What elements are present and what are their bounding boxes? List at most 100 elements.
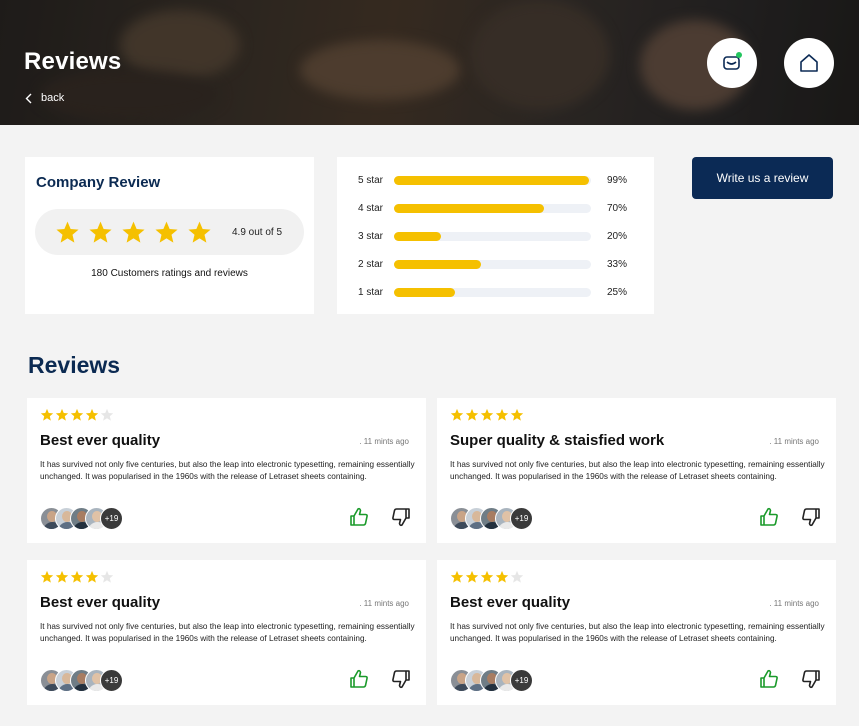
distribution-percent: 99% bbox=[607, 174, 628, 186]
distribution-label: 1 star bbox=[358, 286, 384, 298]
review-body: It has survived not only five centuries,… bbox=[450, 622, 825, 643]
review-card: Super quality & staisfied work . 11 mint… bbox=[437, 398, 836, 543]
star-icon bbox=[495, 408, 509, 421]
star-icon bbox=[450, 570, 464, 583]
rating-summary: 4.9 out of 5 bbox=[35, 209, 304, 255]
star-icon bbox=[100, 408, 114, 421]
review-stars bbox=[450, 408, 524, 422]
messages-button[interactable] bbox=[707, 38, 757, 88]
review-body: It has survived not only five centuries,… bbox=[40, 622, 415, 643]
distribution-bar bbox=[394, 203, 591, 213]
review-stars bbox=[40, 570, 114, 584]
distribution-bar bbox=[394, 231, 591, 241]
avatar-more-count: +19 bbox=[510, 669, 533, 692]
star-icon bbox=[122, 221, 145, 243]
home-button[interactable] bbox=[784, 38, 834, 88]
star-icon bbox=[510, 570, 524, 583]
star-icon bbox=[465, 570, 479, 583]
review-title: Best ever quality bbox=[450, 594, 571, 611]
distribution-percent: 25% bbox=[607, 286, 628, 298]
back-link[interactable]: back bbox=[25, 92, 64, 104]
star-icon bbox=[480, 570, 494, 583]
avatar-group: +19 bbox=[40, 507, 123, 530]
distribution-fill bbox=[394, 231, 442, 241]
review-card: Best ever quality . 11 mints ago It has … bbox=[437, 560, 836, 705]
distribution-fill bbox=[394, 175, 590, 185]
review-stars bbox=[450, 570, 524, 584]
thumbs-up-icon[interactable] bbox=[348, 668, 370, 690]
distribution-percent: 33% bbox=[607, 258, 628, 270]
company-review-card: Company Review 4.9 out of 5 180 Customer… bbox=[25, 157, 314, 314]
star-icon bbox=[85, 570, 99, 583]
star-icon bbox=[100, 570, 114, 583]
thumbs-down-icon[interactable] bbox=[390, 506, 412, 528]
notification-dot bbox=[736, 52, 742, 58]
hero-banner: Reviews back bbox=[0, 0, 859, 125]
star-icon bbox=[155, 221, 178, 243]
distribution-label: 3 star bbox=[358, 230, 384, 242]
star-icon bbox=[89, 221, 112, 243]
review-title: Super quality & staisfied work bbox=[450, 432, 665, 449]
distribution-label: 5 star bbox=[358, 174, 384, 186]
distribution-fill bbox=[394, 287, 456, 297]
distribution-label: 2 star bbox=[358, 258, 384, 270]
star-icon bbox=[56, 221, 79, 243]
star-icon bbox=[40, 408, 54, 421]
review-title: Best ever quality bbox=[40, 432, 161, 449]
avatar-more-count: +19 bbox=[510, 507, 533, 530]
thumbs-up-icon[interactable] bbox=[758, 668, 780, 690]
page-title: Reviews bbox=[24, 48, 122, 75]
review-body: It has survived not only five centuries,… bbox=[40, 460, 415, 481]
avatar-more-count: +19 bbox=[100, 507, 123, 530]
star-icon bbox=[495, 570, 509, 583]
star-icon bbox=[70, 408, 84, 421]
avatar-more-count: +19 bbox=[100, 669, 123, 692]
distribution-fill bbox=[394, 203, 544, 213]
star-icon bbox=[510, 408, 524, 421]
star-icon bbox=[55, 408, 69, 421]
review-time: . 11 mints ago bbox=[359, 599, 409, 608]
star-icon bbox=[40, 570, 54, 583]
chevron-left-icon bbox=[25, 93, 32, 103]
review-body: It has survived not only five centuries,… bbox=[450, 460, 825, 481]
star-icon bbox=[85, 408, 99, 421]
distribution-label: 4 star bbox=[358, 202, 384, 214]
review-stars bbox=[40, 408, 114, 422]
distribution-percent: 20% bbox=[607, 230, 628, 242]
review-time: . 11 mints ago bbox=[769, 599, 819, 608]
avatar-group: +19 bbox=[450, 669, 533, 692]
rating-distribution-card: 5 star 99% 4 star 70% 3 star 20% 2 star … bbox=[337, 157, 654, 314]
distribution-bar bbox=[394, 175, 591, 185]
thumbs-down-icon[interactable] bbox=[390, 668, 412, 690]
thumbs-down-icon[interactable] bbox=[800, 668, 822, 690]
star-icon bbox=[188, 221, 211, 243]
distribution-row: 4 star 70% bbox=[358, 202, 638, 214]
company-review-title: Company Review bbox=[36, 174, 161, 191]
rating-text: 4.9 out of 5 bbox=[232, 227, 283, 238]
distribution-row: 1 star 25% bbox=[358, 286, 638, 298]
customers-count: 180 Customers ratings and reviews bbox=[91, 268, 248, 279]
reviews-section-title: Reviews bbox=[28, 352, 121, 378]
review-title: Best ever quality bbox=[40, 594, 161, 611]
distribution-bar bbox=[394, 287, 591, 297]
distribution-row: 2 star 33% bbox=[358, 258, 638, 270]
distribution-fill bbox=[394, 259, 481, 269]
star-icon bbox=[450, 408, 464, 421]
review-time: . 11 mints ago bbox=[359, 437, 409, 446]
review-card: Best ever quality . 11 mints ago It has … bbox=[27, 560, 426, 705]
distribution-row: 5 star 99% bbox=[358, 174, 638, 186]
avatar-group: +19 bbox=[450, 507, 533, 530]
avatar-group: +19 bbox=[40, 669, 123, 692]
thumbs-up-icon[interactable] bbox=[348, 506, 370, 528]
thumbs-up-icon[interactable] bbox=[758, 506, 780, 528]
star-icon bbox=[55, 570, 69, 583]
back-label: back bbox=[41, 92, 65, 104]
distribution-bar bbox=[394, 259, 591, 269]
star-icon bbox=[70, 570, 84, 583]
star-icon bbox=[480, 408, 494, 421]
write-review-button[interactable]: Write us a review bbox=[692, 157, 833, 199]
review-card: Best ever quality . 11 mints ago It has … bbox=[27, 398, 426, 543]
rating-stars bbox=[55, 220, 212, 245]
thumbs-down-icon[interactable] bbox=[800, 506, 822, 528]
review-time: . 11 mints ago bbox=[769, 437, 819, 446]
